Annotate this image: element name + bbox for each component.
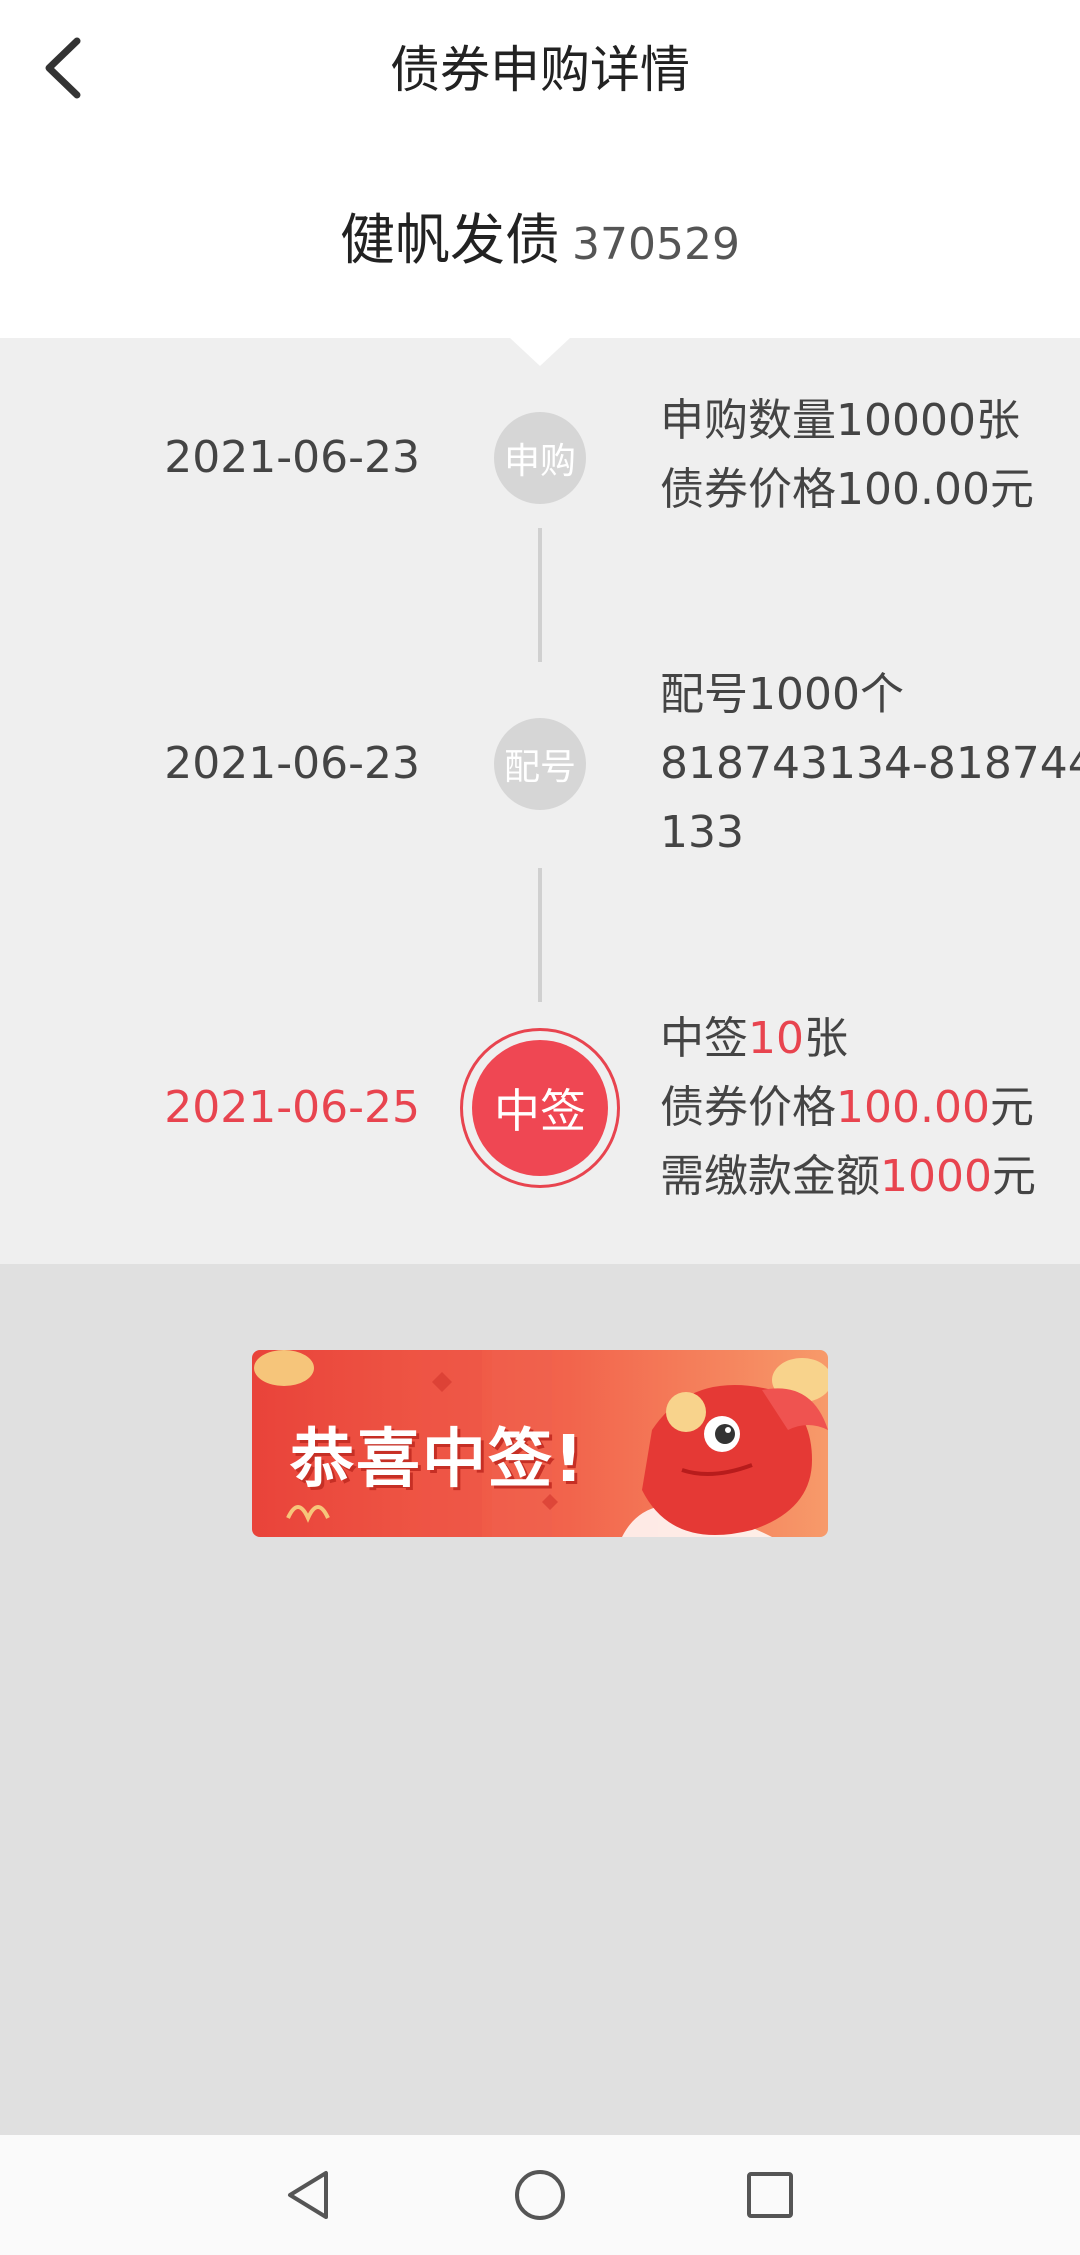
panel-pointer xyxy=(510,338,570,366)
allot-range: 818743134-818744 xyxy=(660,738,1080,789)
congrats-banner[interactable]: 恭喜中签! xyxy=(252,1350,828,1537)
timeline-node-allot: 配号 xyxy=(494,718,586,810)
win-payment-amount: 需缴款金额1000元 xyxy=(660,1151,1036,1202)
banner-text: 恭喜中签! xyxy=(290,1423,586,1497)
koi-fish-icon xyxy=(622,1358,828,1537)
subscribe-quantity: 申购数量10000张 xyxy=(660,395,1020,446)
bond-name: 健帆发债 xyxy=(340,208,561,272)
timeline-info-subscribe: 申购数量10000张 债券价格100.00元 xyxy=(660,386,1080,524)
subscribe-price: 债券价格100.00元 xyxy=(660,464,1034,515)
page-title: 债券申购详情 xyxy=(390,41,690,99)
win-quantity: 中签10张 xyxy=(660,1013,848,1064)
nav-back-button[interactable] xyxy=(270,2155,350,2235)
timeline-info-win: 中签10张 债券价格100.00元 需缴款金额1000元 xyxy=(660,1004,1080,1211)
timeline-date-allot: 2021-06-23 xyxy=(164,738,420,789)
bond-code: 370529 xyxy=(572,219,740,270)
nav-home-button[interactable] xyxy=(500,2155,580,2235)
bond-heading: 健帆发债 370529 xyxy=(0,200,1080,294)
timeline-connector xyxy=(538,528,542,662)
nav-recents-button[interactable] xyxy=(730,2155,810,2235)
square-recents-icon xyxy=(747,2172,793,2218)
header: 债券申购详情 健帆发债 370529 xyxy=(0,0,1080,338)
allot-count: 配号1000个 xyxy=(660,669,904,720)
timeline-info-allot: 配号1000个 818743134-818744 133 xyxy=(660,660,1080,867)
timeline-node-subscribe: 申购 xyxy=(494,412,586,504)
system-navbar xyxy=(0,2135,1080,2255)
timeline-date-subscribe: 2021-06-23 xyxy=(164,432,420,483)
win-price: 债券价格100.00元 xyxy=(660,1082,1034,1133)
timeline-connector xyxy=(538,868,542,1002)
triangle-back-icon xyxy=(288,2171,328,2219)
allot-range-tail: 133 xyxy=(660,807,744,858)
circle-home-icon xyxy=(515,2170,565,2220)
timeline-node-win: 中签 xyxy=(460,1028,620,1188)
timeline-date-win: 2021-06-25 xyxy=(164,1082,420,1133)
win-node-label: 中签 xyxy=(472,1040,608,1176)
